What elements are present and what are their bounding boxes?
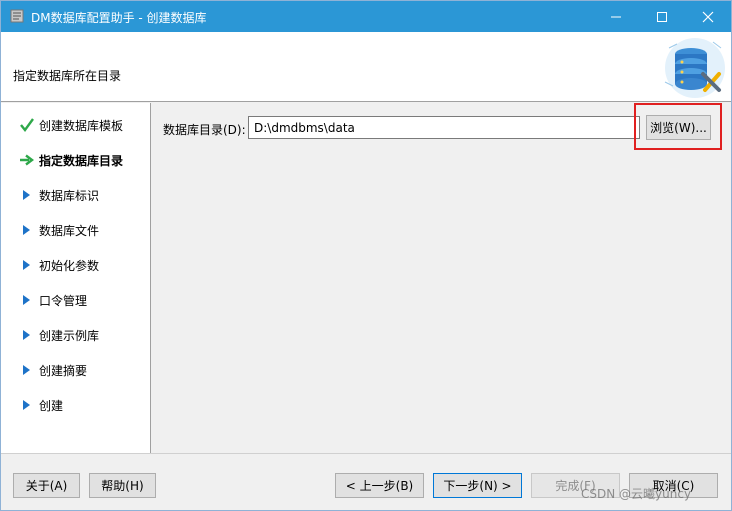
- step-create: 创建: [1, 393, 151, 417]
- maximize-icon: [657, 11, 667, 22]
- step-label: 创建摘要: [39, 364, 88, 378]
- step-db-files: 数据库文件: [1, 218, 151, 242]
- check-icon: [20, 118, 34, 132]
- triangle-right-icon: [23, 400, 30, 410]
- step-db-directory: 指定数据库目录: [1, 148, 151, 172]
- minimize-button[interactable]: [593, 1, 639, 32]
- title-bar[interactable]: DM数据库配置助手 - 创建数据库: [1, 1, 731, 32]
- step-label: 创建数据库模板: [39, 119, 124, 133]
- db-directory-label: 数据库目录(D):: [163, 123, 246, 137]
- step-label: 创建示例库: [39, 329, 100, 343]
- watermark: CSDN @云曦yuncy: [581, 487, 692, 501]
- triangle-right-icon: [23, 295, 30, 305]
- step-label: 数据库文件: [39, 224, 100, 238]
- window-title: DM数据库配置助手 - 创建数据库: [31, 11, 207, 25]
- database-tools-icon: [664, 38, 725, 98]
- triangle-right-icon: [23, 365, 30, 375]
- app-icon: [10, 9, 24, 23]
- step-label: 初始化参数: [39, 259, 100, 273]
- page-subtitle: 指定数据库所在目录: [13, 69, 122, 83]
- step-label: 指定数据库目录: [39, 154, 124, 168]
- triangle-right-icon: [23, 225, 30, 235]
- step-init-params: 初始化参数: [1, 253, 151, 277]
- about-button[interactable]: 关于(A): [13, 473, 80, 498]
- minimize-icon: [611, 16, 621, 17]
- step-create-template: 创建数据库模板: [1, 113, 151, 137]
- next-button[interactable]: 下一步(N) >: [433, 473, 522, 498]
- triangle-right-icon: [23, 260, 30, 270]
- annotation-highlight: [634, 103, 722, 150]
- db-directory-input[interactable]: [248, 116, 640, 139]
- prev-button[interactable]: < 上一步(B): [335, 473, 424, 498]
- step-sample-db: 创建示例库: [1, 323, 151, 347]
- app-window: DM数据库配置助手 - 创建数据库 指定数据库所在目录 创建数据库模板 指定数据…: [0, 0, 732, 511]
- step-password: 口令管理: [1, 288, 151, 312]
- step-label: 数据库标识: [39, 189, 100, 203]
- maximize-button[interactable]: [639, 1, 685, 32]
- arrow-right-icon: [20, 154, 34, 166]
- close-icon: [702, 11, 714, 22]
- wizard-header: 指定数据库所在目录: [1, 32, 731, 102]
- triangle-right-icon: [23, 330, 30, 340]
- step-label: 创建: [39, 399, 64, 413]
- triangle-right-icon: [23, 190, 30, 200]
- close-button[interactable]: [685, 1, 731, 32]
- help-button[interactable]: 帮助(H): [89, 473, 156, 498]
- step-summary: 创建摘要: [1, 358, 151, 382]
- wizard-steps: 创建数据库模板 指定数据库目录 数据库标识 数据库文件 初始化参数 口令管理 创…: [1, 103, 151, 453]
- step-label: 口令管理: [39, 294, 88, 308]
- wizard-content: 数据库目录(D): 浏览(W)...: [152, 103, 731, 453]
- step-db-identity: 数据库标识: [1, 183, 151, 207]
